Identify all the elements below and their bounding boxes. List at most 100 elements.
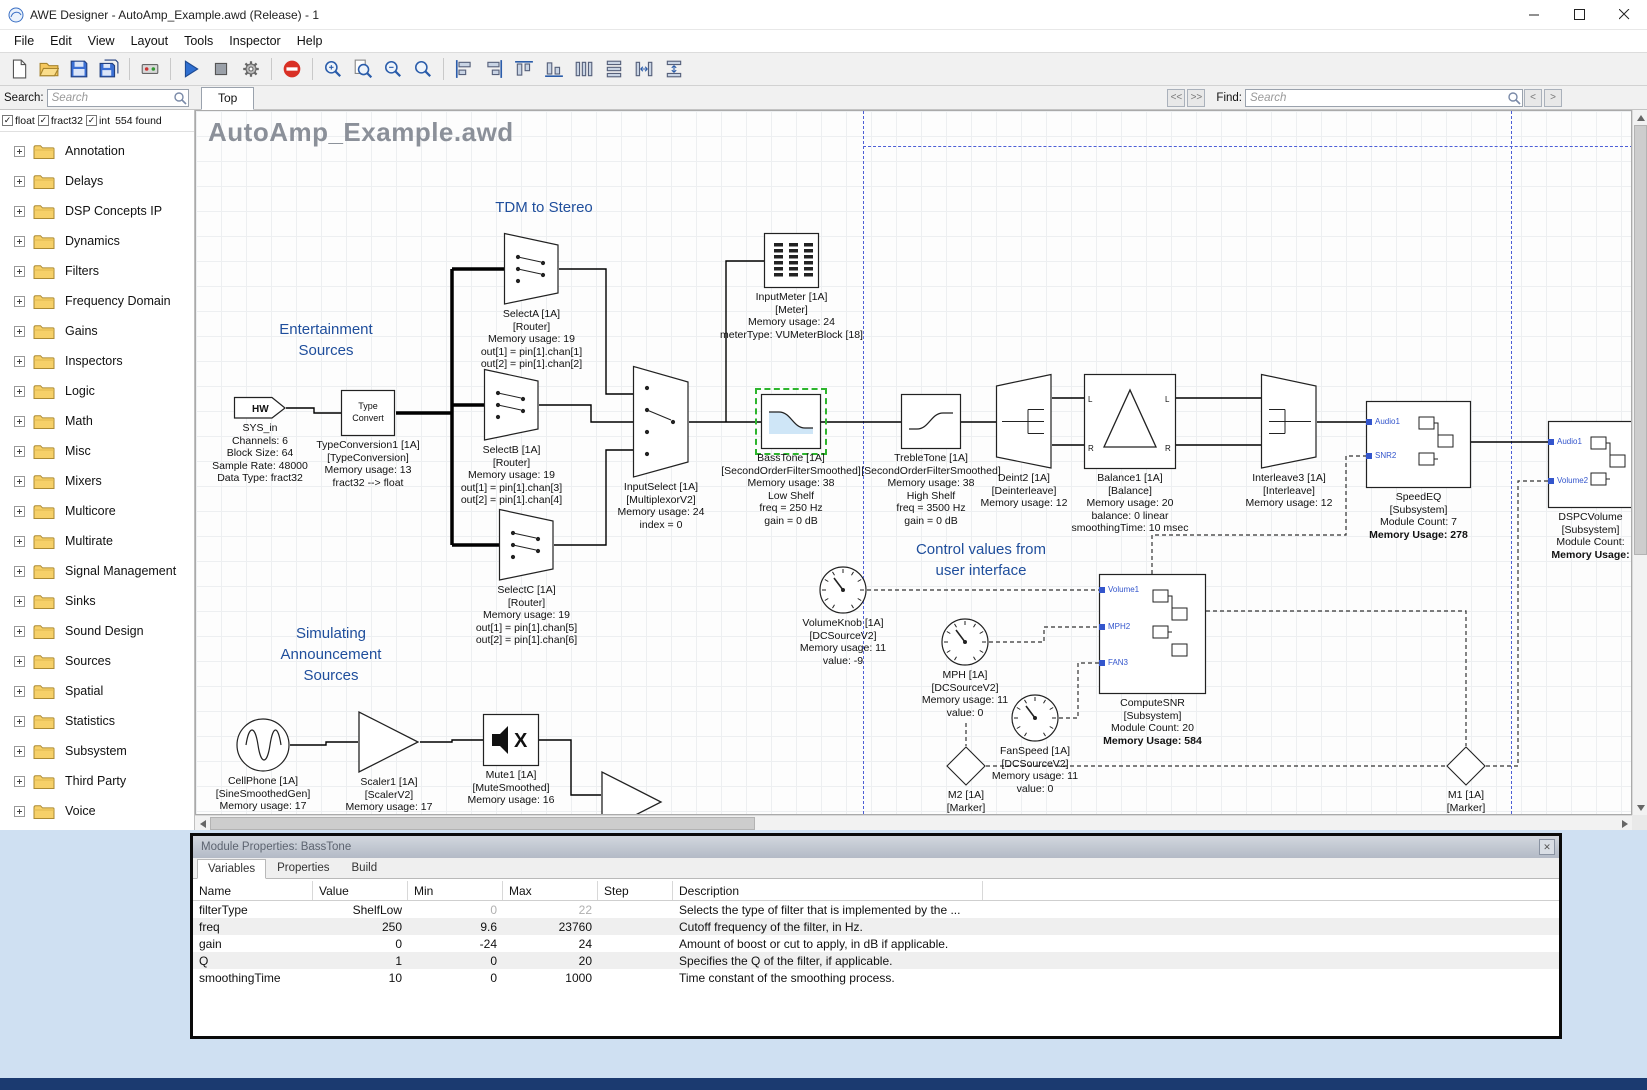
no-entry-button[interactable]: [278, 55, 306, 83]
sidebar-item-mixers[interactable]: Mixers: [0, 466, 194, 496]
new-button[interactable]: [5, 55, 33, 83]
sidebar-item-signal-management[interactable]: Signal Management: [0, 556, 194, 586]
sidebar-item-annotation[interactable]: Annotation: [0, 136, 194, 166]
find-input[interactable]: [1245, 89, 1523, 107]
menu-edit[interactable]: Edit: [42, 32, 80, 50]
props-tab-properties[interactable]: Properties: [266, 858, 340, 878]
block-scaler1[interactable]: [358, 711, 420, 773]
column-header-name[interactable]: Name: [193, 881, 313, 900]
properties-close-icon[interactable]: ✕: [1539, 839, 1555, 855]
scroll-left-icon[interactable]: [195, 816, 210, 830]
expand-icon[interactable]: [14, 326, 25, 337]
find-prev-group-button[interactable]: <<: [1167, 89, 1185, 107]
zoom-out-button[interactable]: [379, 55, 407, 83]
tab-top[interactable]: Top: [201, 87, 254, 110]
scroll-down-icon[interactable]: [1633, 800, 1647, 815]
sidebar-item-sources[interactable]: Sources: [0, 646, 194, 676]
variable-row-q[interactable]: Q1020Specifies the Q of the filter, if a…: [193, 952, 1559, 969]
expand-icon[interactable]: [14, 446, 25, 457]
scroll-right-icon[interactable]: [1617, 816, 1632, 830]
distribute-h-button[interactable]: [570, 55, 598, 83]
zoom-in-button[interactable]: [319, 55, 347, 83]
save-all-button[interactable]: [95, 55, 123, 83]
expand-icon[interactable]: [14, 776, 25, 787]
expand-icon[interactable]: [14, 146, 25, 157]
expand-icon[interactable]: [14, 236, 25, 247]
expand-icon[interactable]: [14, 506, 25, 517]
zoom-page-button[interactable]: [349, 55, 377, 83]
column-header-description[interactable]: Description: [673, 881, 983, 900]
sidebar-item-misc[interactable]: Misc: [0, 436, 194, 466]
block-mute1[interactable]: X: [483, 714, 539, 766]
expand-icon[interactable]: [14, 746, 25, 757]
find-next-group-button[interactable]: >>: [1187, 89, 1205, 107]
column-header-min[interactable]: Min: [408, 881, 503, 900]
expand-icon[interactable]: [14, 356, 25, 367]
sidebar-item-filters[interactable]: Filters: [0, 256, 194, 286]
sidebar-item-gains[interactable]: Gains: [0, 316, 194, 346]
sidebar-item-third-party[interactable]: Third Party: [0, 766, 194, 796]
variable-row-freq[interactable]: freq2509.623760Cutoff frequency of the f…: [193, 918, 1559, 935]
block-inputselect[interactable]: [633, 366, 689, 478]
block-dspcvolume[interactable]: Audio1Volume2: [1548, 421, 1632, 508]
sidebar-item-spatial[interactable]: Spatial: [0, 676, 194, 706]
block-m1[interactable]: [1446, 746, 1486, 786]
menu-view[interactable]: View: [80, 32, 123, 50]
block-deint2[interactable]: [996, 374, 1052, 469]
align-bottom-button[interactable]: [540, 55, 568, 83]
block-basstone[interactable]: [761, 394, 821, 449]
canvas-vertical-scrollbar[interactable]: [1632, 110, 1647, 815]
block-trebletone[interactable]: [901, 394, 961, 449]
variable-row-smoothingtime[interactable]: smoothingTime1001000Time constant of the…: [193, 969, 1559, 986]
sidebar-item-multirate[interactable]: Multirate: [0, 526, 194, 556]
menu-tools[interactable]: Tools: [176, 32, 221, 50]
block-announce[interactable]: [601, 771, 663, 815]
sidebar-item-subsystem[interactable]: Subsystem: [0, 736, 194, 766]
maximize-button[interactable]: [1557, 0, 1602, 30]
align-top-button[interactable]: [510, 55, 538, 83]
sidebar-item-multicore[interactable]: Multicore: [0, 496, 194, 526]
expand-icon[interactable]: [14, 596, 25, 607]
canvas-horizontal-scrollbar[interactable]: [195, 815, 1632, 830]
design-canvas[interactable]: AutoAmp_Example.awd: [195, 110, 1632, 815]
align-right-button[interactable]: [480, 55, 508, 83]
horizontal-scroll-thumb[interactable]: [210, 817, 755, 830]
expand-icon[interactable]: [14, 266, 25, 277]
block-typeconversion1[interactable]: TypeConvert: [341, 390, 395, 436]
sidebar-item-delays[interactable]: Delays: [0, 166, 194, 196]
menu-file[interactable]: File: [6, 32, 42, 50]
expand-icon[interactable]: [14, 686, 25, 697]
sidebar-item-voice[interactable]: Voice: [0, 796, 194, 826]
sidebar-item-dynamics[interactable]: Dynamics: [0, 226, 194, 256]
space-v-button[interactable]: [660, 55, 688, 83]
block-cellphone[interactable]: [236, 718, 290, 772]
expand-icon[interactable]: [14, 656, 25, 667]
expand-icon[interactable]: [14, 416, 25, 427]
vertical-scroll-thumb[interactable]: [1634, 125, 1647, 555]
sync-button[interactable]: [237, 55, 265, 83]
sidebar-item-frequency-domain[interactable]: Frequency Domain: [0, 286, 194, 316]
expand-icon[interactable]: [14, 386, 25, 397]
block-balance1[interactable]: LR LR: [1084, 374, 1176, 469]
column-header-max[interactable]: Max: [503, 881, 598, 900]
sidebar-item-statistics[interactable]: Statistics: [0, 706, 194, 736]
block-selecta[interactable]: [504, 233, 559, 305]
sidebar-item-math[interactable]: Math: [0, 406, 194, 436]
sidebar-item-logic[interactable]: Logic: [0, 376, 194, 406]
block-mph[interactable]: [941, 618, 989, 666]
sidebar-item-sound-design[interactable]: Sound Design: [0, 616, 194, 646]
block-selectb[interactable]: [484, 369, 539, 441]
expand-icon[interactable]: [14, 536, 25, 547]
align-left-button[interactable]: [450, 55, 478, 83]
variable-row-gain[interactable]: gain0-2424Amount of boost or cut to appl…: [193, 935, 1559, 952]
connect-button[interactable]: [136, 55, 164, 83]
column-header-value[interactable]: Value: [313, 881, 408, 900]
find-prev-button[interactable]: <: [1524, 89, 1542, 107]
expand-icon[interactable]: [14, 296, 25, 307]
close-button[interactable]: [1602, 0, 1647, 30]
expand-icon[interactable]: [14, 716, 25, 727]
block-inputmeter[interactable]: [764, 233, 819, 288]
block-speedeq[interactable]: Audio1SNR2: [1366, 401, 1471, 488]
block-sys-in[interactable]: HW: [234, 397, 286, 419]
expand-icon[interactable]: [14, 806, 25, 817]
